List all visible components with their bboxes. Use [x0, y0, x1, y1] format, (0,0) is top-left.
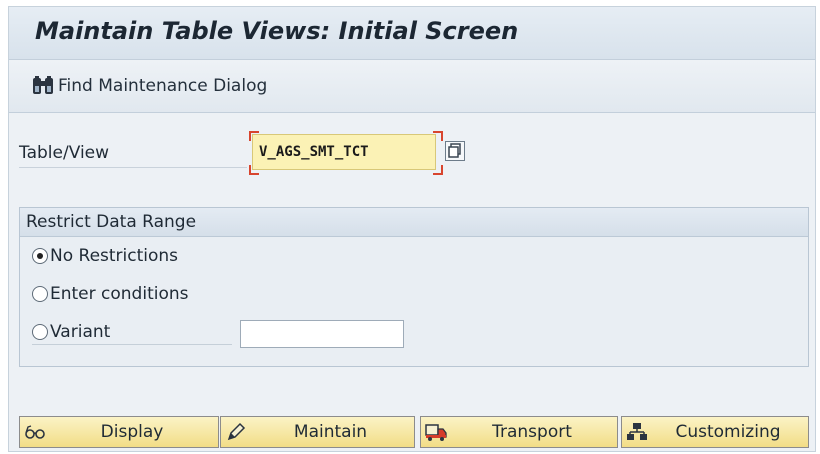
- title-bar: Maintain Table Views: Initial Screen: [9, 7, 815, 60]
- value-help-icon: [448, 143, 461, 158]
- hierarchy-icon: [627, 423, 647, 440]
- radio-button-selected[interactable]: [32, 248, 48, 264]
- radio-variant[interactable]: Variant: [32, 320, 110, 344]
- variant-input[interactable]: [240, 320, 404, 348]
- radio-label: Variant: [50, 322, 111, 342]
- radio-label: No Restrictions: [50, 246, 179, 266]
- radio-enter-conditions[interactable]: Enter conditions: [32, 282, 189, 306]
- required-marker-bottom-left: [249, 165, 259, 175]
- display-button[interactable]: Display: [19, 416, 219, 448]
- radio-button[interactable]: [32, 286, 48, 302]
- required-marker-top-left: [249, 131, 259, 141]
- sap-window: Maintain Table Views: Initial Screen Fin…: [8, 6, 816, 452]
- find-maintenance-dialog-button[interactable]: Find Maintenance Dialog: [31, 73, 267, 99]
- truck-icon: [425, 424, 447, 441]
- find-maintenance-dialog-label: Find Maintenance Dialog: [58, 76, 268, 96]
- maintain-button-label: Maintain: [293, 422, 368, 442]
- customizing-button-label: Customizing: [675, 422, 781, 442]
- transport-button[interactable]: Transport: [420, 416, 618, 448]
- binoculars-icon: [33, 76, 53, 94]
- main-content: Table/View V_AGS_SMT_TCT Restrict Data R…: [9, 113, 815, 451]
- label-underline: [19, 167, 247, 168]
- customizing-button[interactable]: Customizing: [621, 416, 809, 448]
- radio-no-restrictions[interactable]: No Restrictions: [32, 244, 178, 268]
- display-button-label: Display: [100, 422, 164, 442]
- glasses-icon: [25, 425, 45, 439]
- restrict-data-range-group: Restrict Data Range No Restrictions Ente…: [19, 207, 809, 367]
- radio-label: Enter conditions: [50, 284, 189, 304]
- transport-button-label: Transport: [492, 422, 572, 442]
- application-toolbar: Find Maintenance Dialog: [9, 60, 815, 113]
- table-view-label: Table/View: [19, 143, 110, 163]
- pencil-icon: [227, 422, 246, 441]
- page-title: Maintain Table Views: Initial Screen: [35, 17, 519, 45]
- radio-button[interactable]: [32, 324, 48, 340]
- maintain-button[interactable]: Maintain: [220, 416, 415, 448]
- required-marker-bottom-right: [433, 165, 443, 175]
- table-view-input[interactable]: V_AGS_SMT_TCT: [252, 134, 436, 170]
- required-marker-top-right: [433, 131, 443, 141]
- variant-underline: [32, 344, 232, 345]
- group-title: Restrict Data Range: [20, 208, 808, 237]
- value-help-button[interactable]: [445, 141, 465, 161]
